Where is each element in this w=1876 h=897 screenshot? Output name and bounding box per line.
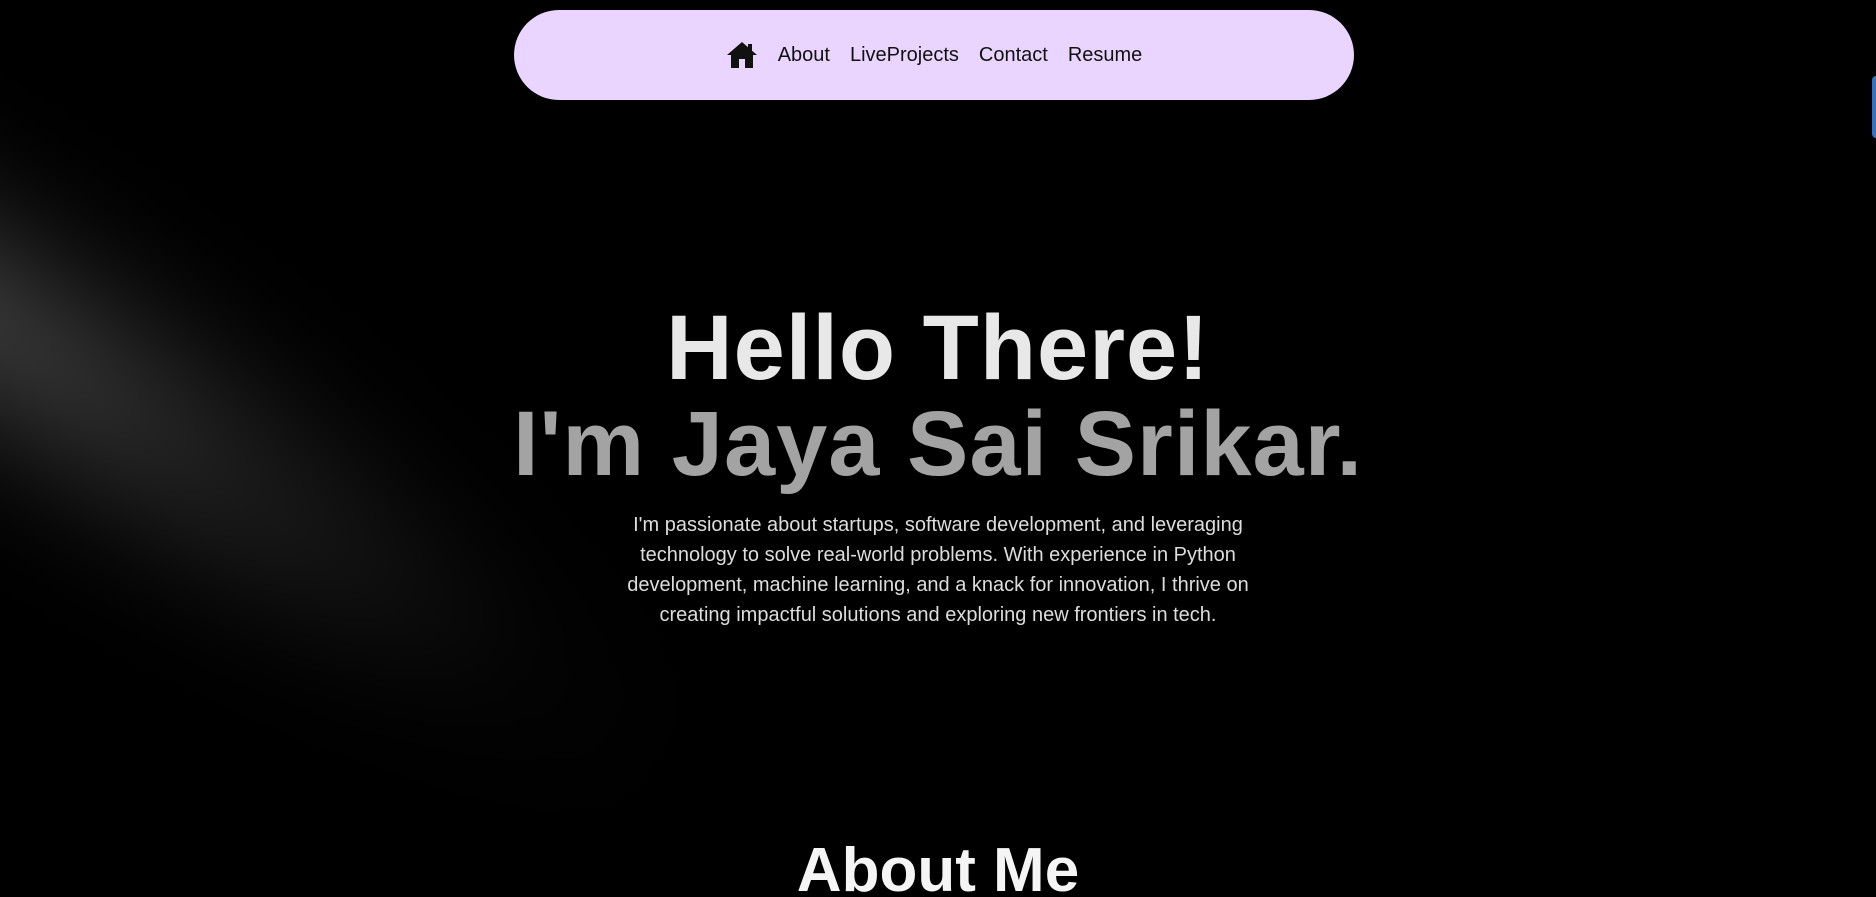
nav-link-contact[interactable]: Contact bbox=[979, 44, 1048, 67]
hero-name: I'm Jaya Sai Srikar. bbox=[512, 393, 1364, 495]
home-icon[interactable] bbox=[726, 40, 758, 70]
hero-section: Hello There! I'm Jaya Sai Srikar. I'm pa… bbox=[0, 300, 1876, 630]
about-section-title: About Me bbox=[796, 836, 1080, 897]
edge-tab[interactable] bbox=[1872, 76, 1876, 138]
nav-link-resume[interactable]: Resume bbox=[1068, 44, 1142, 67]
top-navbar: About LiveProjects Contact Resume bbox=[514, 10, 1354, 100]
page: About LiveProjects Contact Resume Hello … bbox=[0, 0, 1876, 897]
nav-link-liveprojects[interactable]: LiveProjects bbox=[850, 44, 959, 67]
hero-greeting: Hello There! bbox=[666, 297, 1210, 399]
nav-link-about[interactable]: About bbox=[778, 44, 830, 67]
hero-description: I'm passionate about startups, software … bbox=[627, 514, 1249, 626]
